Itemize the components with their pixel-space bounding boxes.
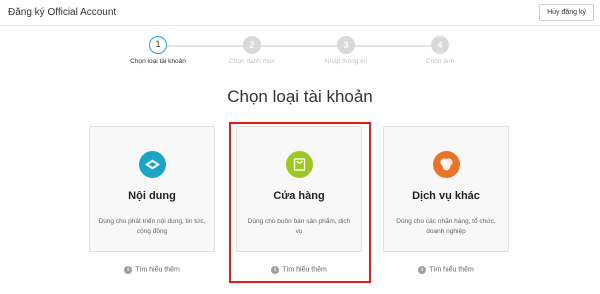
- card-title: Nội dung: [128, 190, 176, 202]
- cancel-registration-button[interactable]: Hủy đăng ký: [539, 4, 594, 21]
- shopping-bag-icon: [285, 151, 313, 178]
- step-3: 3 Nhập thông tin: [311, 36, 381, 65]
- step-label: Chọn ảnh: [425, 58, 455, 65]
- step-label: Nhập thông tin: [324, 58, 368, 65]
- card-description: Dùng cho các nhãn hàng, tổ chức, doanh n…: [396, 218, 496, 235]
- learn-more-label: Tìm hiểu thêm: [282, 266, 327, 274]
- learn-more-label: Tìm hiểu thêm: [429, 266, 474, 274]
- step-number: 4: [431, 36, 449, 54]
- page-title: Chọn loại tài khoản: [227, 87, 373, 106]
- account-type-other-services-card[interactable]: Dịch vụ khác Dùng cho các nhãn hàng, tổ …: [383, 126, 509, 252]
- info-icon: i: [124, 266, 133, 274]
- learn-more-store-link[interactable]: i Tìm hiểu thêm: [236, 266, 362, 274]
- account-type-store-card[interactable]: Cửa hàng Dùng cho buôn bán sản phẩm, dịc…: [236, 126, 362, 252]
- step-number: 1: [149, 36, 167, 54]
- content-icon: [138, 151, 166, 178]
- account-type-content-card[interactable]: Nội dung Dùng cho phát triển nội dung, t…: [89, 126, 215, 252]
- stepper: 1 Chọn loại tài khoản 2 Chọn danh mục 3 …: [0, 36, 600, 76]
- step-2: 2 Chọn danh mục: [217, 36, 287, 65]
- card-description: Dùng cho buôn bán sản phẩm, dịch vụ: [247, 218, 351, 235]
- header-bar: Đăng ký Official Account Hủy đăng ký: [0, 0, 600, 26]
- app-title: Đăng ký Official Account: [8, 7, 117, 18]
- card-title: Cửa hàng: [273, 190, 325, 202]
- circles-icon: [432, 151, 460, 178]
- learn-more-content-link[interactable]: i Tìm hiểu thêm: [89, 266, 215, 274]
- step-number: 2: [243, 36, 261, 54]
- card-description: Dùng cho phát triển nội dung, tin tức, c…: [98, 218, 206, 235]
- step-number: 3: [337, 36, 355, 54]
- info-icon: i: [418, 266, 427, 274]
- step-4: 4 Chọn ảnh: [405, 36, 475, 65]
- learn-more-other-services-link[interactable]: i Tìm hiểu thêm: [383, 266, 509, 274]
- info-icon: i: [271, 266, 280, 274]
- step-1: 1 Chọn loại tài khoản: [123, 36, 193, 65]
- step-label: Chọn loại tài khoản: [130, 58, 186, 65]
- learn-more-label: Tìm hiểu thêm: [135, 266, 180, 274]
- step-label: Chọn danh mục: [229, 58, 275, 65]
- card-title: Dịch vụ khác: [412, 190, 480, 202]
